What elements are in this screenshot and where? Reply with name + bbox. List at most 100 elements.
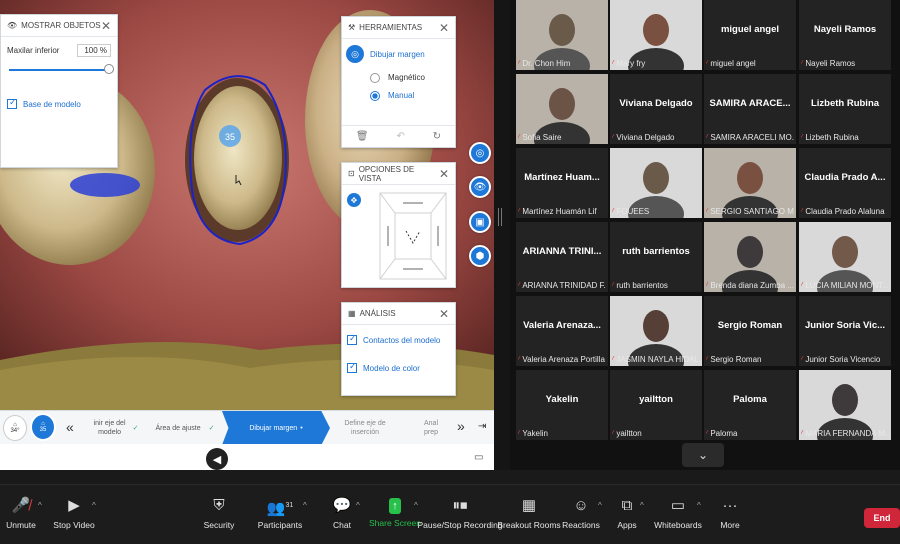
- participant-tile[interactable]: Lizbeth Rubina ⁄ Lizbeth Rubina: [799, 74, 891, 144]
- button-label: Share Screen: [369, 518, 421, 528]
- visibility-toggle-icon[interactable]: ◎: [469, 142, 491, 164]
- opacity-slider[interactable]: [9, 63, 114, 77]
- eye-icon[interactable]: 👁: [469, 176, 491, 198]
- mic-muted-icon: ⁄: [518, 59, 520, 68]
- base-model-option[interactable]: Base de modelo: [1, 81, 117, 127]
- close-icon[interactable]: ✕: [101, 20, 111, 32]
- recording-button[interactable]: ⏸⏹ Pause/Stop Recording: [417, 485, 502, 541]
- step-insertion-axis[interactable]: Define eje de inserción: [334, 411, 396, 445]
- drag-handle-icon[interactable]: [498, 208, 502, 226]
- participant-tile[interactable]: yailtton ⁄ yailtton: [610, 370, 702, 440]
- caret-up-icon[interactable]: ^: [598, 501, 602, 510]
- end-meeting-button[interactable]: End: [864, 508, 900, 528]
- participant-tile[interactable]: ⁄ Brenda diana Zumba ...: [704, 222, 796, 292]
- cube-view-icon[interactable]: ⬢: [469, 245, 491, 267]
- participant-tile[interactable]: ⁄ Sofia Saire: [516, 74, 608, 144]
- close-icon[interactable]: ✕: [439, 168, 449, 180]
- participant-tile[interactable]: Junior Soria Vic... ⁄ Junior Soria Vicenci…: [799, 296, 891, 366]
- participant-tile[interactable]: Martínez Huam... ⁄ Martínez Huamán Lif: [516, 148, 608, 218]
- chat-bubble-icon: 💬: [332, 497, 352, 514]
- tooth-badge[interactable]: ⌂ 34°: [3, 415, 27, 441]
- color-model-option[interactable]: Modelo de color: [342, 345, 455, 373]
- participant-tile[interactable]: Paloma ⁄ Paloma: [704, 370, 796, 440]
- chevrons-right-icon[interactable]: »: [457, 418, 465, 434]
- reactions-button[interactable]: ☺ Reactions: [562, 485, 600, 541]
- shield-icon: ⛨: [213, 497, 225, 514]
- slider-handle[interactable]: [104, 64, 114, 74]
- step-draw-margin-active[interactable]: Dibujar margen •: [222, 411, 330, 445]
- participant-tile[interactable]: Nayeli Ramos ⁄ Nayeli Ramos: [799, 0, 891, 70]
- mic-muted-icon: ⁄: [612, 355, 614, 364]
- caret-up-icon[interactable]: ^: [697, 501, 701, 510]
- more-button[interactable]: ··· More: [719, 485, 741, 541]
- participant-tile[interactable]: ARIANNA TRINI... ⁄ ARIANNA TRINIDAD F...: [516, 222, 608, 292]
- back-arrow-icon[interactable]: ◀: [206, 448, 228, 470]
- caret-up-icon[interactable]: ^: [38, 501, 42, 510]
- participant-tile[interactable]: Claudia Prado A... ⁄ Claudia Prado Alaluna: [799, 148, 891, 218]
- participant-tile[interactable]: ⁄ LUCIA MILIAN MONT...: [799, 222, 891, 292]
- section-view-icon[interactable]: ▣: [469, 211, 491, 233]
- step-analysis[interactable]: Anal prep: [420, 411, 450, 445]
- caret-up-icon[interactable]: ^: [303, 501, 307, 510]
- mic-muted-icon: ⁄: [706, 281, 708, 290]
- participant-tile[interactable]: SAMIRA ARACE... ⁄ SAMIRA ARACELI MO...: [704, 74, 796, 144]
- participant-tile[interactable]: ⁄ Dr. Chon Him: [516, 0, 608, 70]
- participant-tile[interactable]: Valeria Arenaza... ⁄ Valeria Arenaza Porti…: [516, 296, 608, 366]
- participant-tile[interactable]: miguel angel ⁄ miguel angel: [704, 0, 796, 70]
- split-divider[interactable]: [494, 0, 510, 470]
- participant-tile[interactable]: Viviana Delgado ⁄ Viviana Delgado: [610, 74, 702, 144]
- undo-icon[interactable]: ↶: [396, 131, 404, 142]
- participant-tile[interactable]: ⁄ FOUEES: [610, 148, 702, 218]
- radio-manual[interactable]: Manual: [342, 87, 455, 105]
- stop-video-button[interactable]: ▶︎ Stop Video: [53, 485, 94, 541]
- apps-button[interactable]: ⧉ Apps: [617, 485, 637, 541]
- close-icon[interactable]: ✕: [439, 22, 449, 34]
- security-button[interactable]: ⛨ Security: [200, 485, 238, 541]
- breakout-rooms-button[interactable]: ▦ Breakout Rooms: [497, 485, 560, 541]
- chevrons-left-icon[interactable]: «: [66, 419, 74, 435]
- close-icon[interactable]: ✕: [439, 308, 449, 320]
- checkbox-checked[interactable]: [347, 361, 357, 373]
- participant-tile[interactable]: ⁄ JASMIN NAYLA HIDAL...: [610, 296, 702, 366]
- unmute-button[interactable]: 🎤̸ Unmute: [6, 485, 36, 541]
- participant-label-text: ruth barrientos: [616, 281, 668, 290]
- participant-label: ⁄ Nayeli Ramos: [801, 59, 889, 68]
- participant-tile[interactable]: ⁄ Mary fry: [610, 0, 702, 70]
- view-cube[interactable]: [378, 191, 448, 281]
- model-contacts-option[interactable]: Contactos del modelo: [342, 325, 455, 345]
- share-screen-button[interactable]: ↑ Share Screen: [369, 485, 421, 541]
- participants-button[interactable]: 👥31 Participants: [258, 485, 302, 541]
- caret-up-icon[interactable]: ^: [640, 501, 644, 510]
- participant-tile[interactable]: ruth barrientos ⁄ ruth barrientos: [610, 222, 702, 292]
- checkbox-checked[interactable]: [347, 333, 357, 345]
- caret-up-icon[interactable]: ^: [414, 501, 418, 510]
- participant-name: Yakelin: [545, 394, 579, 405]
- trash-icon[interactable]: 🗑: [356, 131, 369, 142]
- active-tooth-badge[interactable]: ⌂ 35: [30, 413, 56, 441]
- step-label: Dibujar margen: [249, 424, 298, 432]
- tool-actions: 🗑 ↶ ↻: [342, 125, 455, 147]
- checkbox-checked[interactable]: [7, 97, 17, 109]
- opacity-field[interactable]: 100 %: [77, 44, 111, 57]
- participant-tile[interactable]: ⁄ MARIA FERNANDA M...: [799, 370, 891, 440]
- whiteboards-button[interactable]: ▭ Whiteboards: [654, 485, 702, 541]
- step-model-axis[interactable]: inir eje del modelo ✓: [84, 411, 144, 445]
- chat-button[interactable]: 💬 Chat: [330, 485, 354, 541]
- participant-tile[interactable]: ⁄ SERGIO SANTIAGO M...: [704, 148, 796, 218]
- next-page-button[interactable]: ⌄: [682, 443, 724, 467]
- participant-tile[interactable]: Sergio Roman ⁄ Sergio Roman: [704, 296, 796, 366]
- collapse-icon[interactable]: ⇥: [478, 421, 486, 432]
- draw-margin-tool[interactable]: ◎ Dibujar margen: [342, 39, 455, 69]
- participant-tile[interactable]: Yakelin ⁄ Yakelin: [516, 370, 608, 440]
- redo-icon[interactable]: ↻: [433, 131, 441, 142]
- radio-selected-icon[interactable]: [370, 91, 380, 101]
- object-label: Maxilar inferior: [7, 46, 60, 55]
- mic-muted-icon: ⁄: [612, 281, 614, 290]
- caret-up-icon[interactable]: ^: [92, 501, 96, 510]
- step-adjust-area[interactable]: Área de ajuste ✓: [150, 411, 220, 445]
- comment-icon[interactable]: ▭: [474, 452, 483, 463]
- caret-up-icon[interactable]: ^: [356, 501, 360, 510]
- radio-icon[interactable]: [370, 73, 380, 83]
- radio-magnetic[interactable]: Magnético: [342, 69, 455, 87]
- orientation-icon[interactable]: ✥: [347, 193, 361, 207]
